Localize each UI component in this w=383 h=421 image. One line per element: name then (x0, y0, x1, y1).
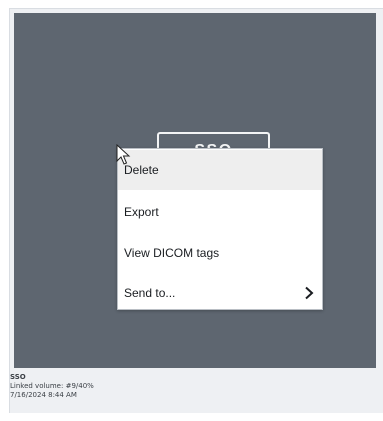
series-date: 7/16/2024 8:44 AM (10, 391, 77, 399)
menu-item-export[interactable]: Export (118, 192, 322, 232)
menu-item-send-to[interactable]: Send to... (118, 273, 322, 313)
menu-item-send-to-label: Send to... (124, 286, 176, 300)
linked-volume-text: Linked volume: #9/40% (10, 382, 94, 390)
context-menu: Delete Export View DICOM tags Send to... (117, 148, 323, 310)
menu-item-view-dicom-tags[interactable]: View DICOM tags (118, 233, 322, 273)
menu-item-delete[interactable]: Delete (118, 150, 322, 190)
chevron-right-icon (305, 286, 314, 300)
viewer-panel: SSO SSO Linked volume: #9/40% 7/16/2024 … (0, 0, 383, 421)
series-name: SSO (10, 373, 26, 381)
